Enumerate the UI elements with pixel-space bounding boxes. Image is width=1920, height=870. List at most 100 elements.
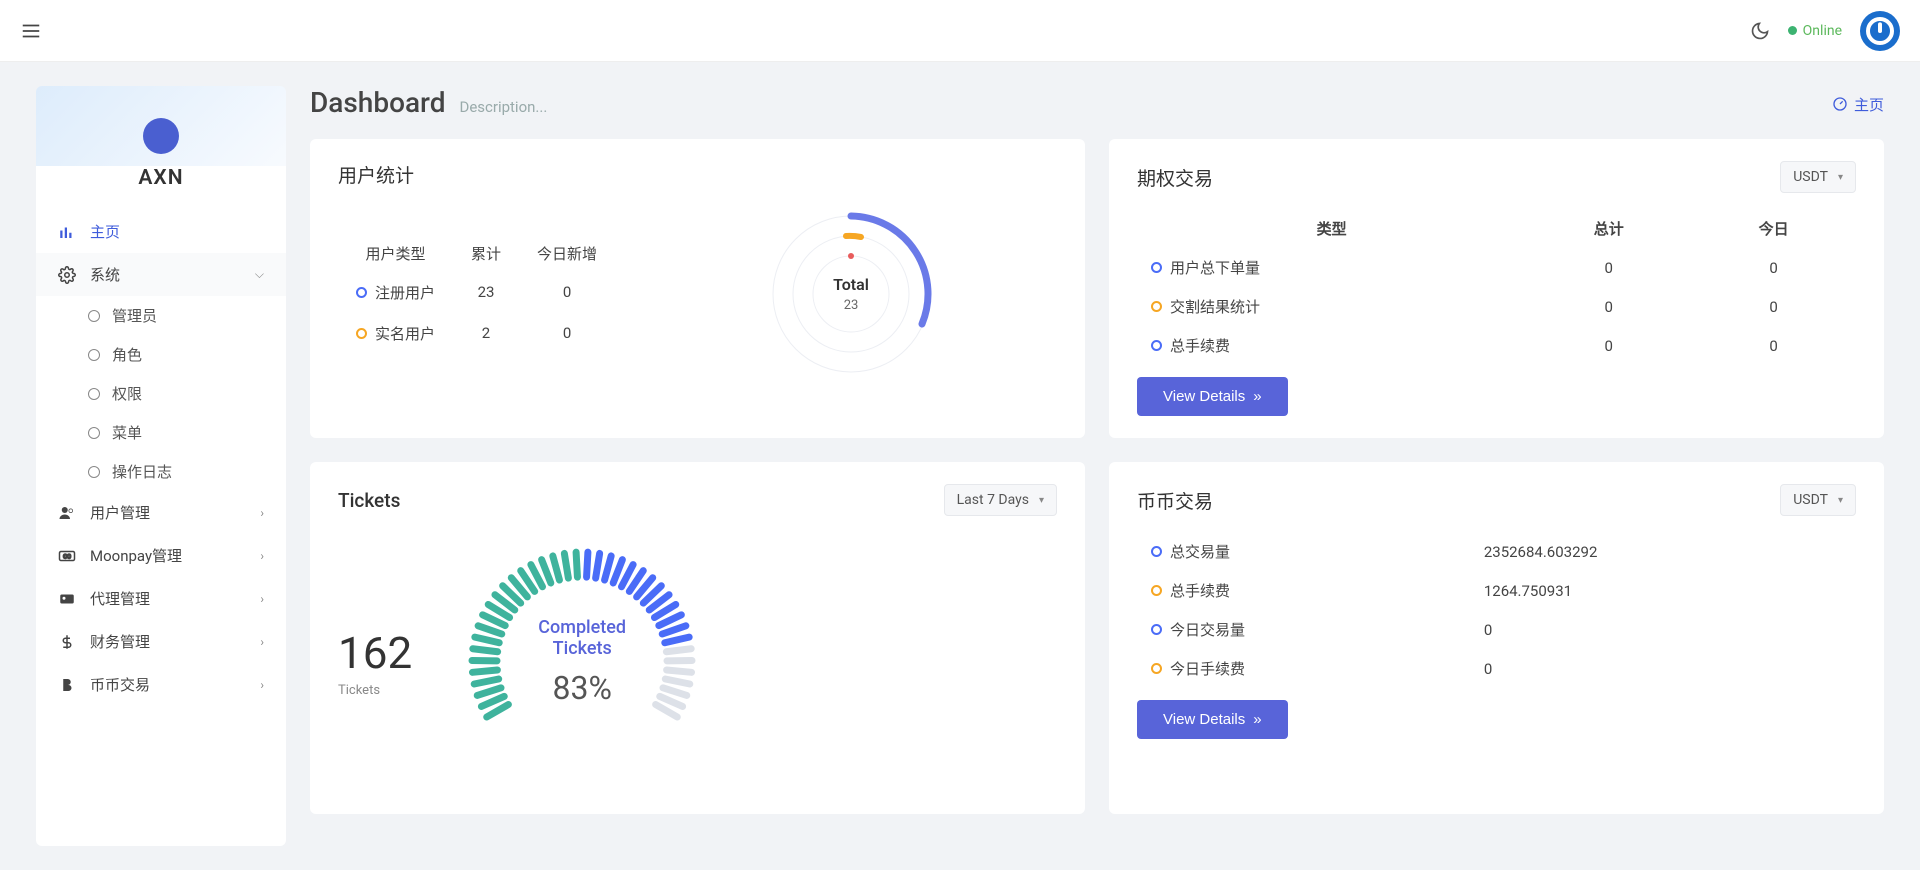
sidebar-item-label: 代理管理 [90, 588, 150, 609]
sidebar-subitem-label: 操作日志 [112, 461, 172, 482]
view-details-button-coin[interactable]: View Details » [1137, 700, 1288, 739]
breadcrumb[interactable]: 主页 [1832, 94, 1884, 115]
chevron-icon: › [260, 635, 264, 649]
sidebar-item-3[interactable]: CCMoonpay管理› [36, 534, 286, 577]
sidebar-item-2[interactable]: 用户管理 › [36, 491, 286, 534]
circle-icon [88, 388, 100, 400]
table-row: 总交易量2352684.603292 [1137, 532, 1856, 571]
bullet-icon [1151, 585, 1162, 596]
chevron-icon: › [260, 678, 264, 692]
row-label-text: 交割结果统计 [1170, 296, 1260, 317]
user-stats-card: 用户统计 用户类型累计今日新增 注册用户230实名用户20 [310, 139, 1085, 438]
table-row: 用户总下单量00 [1137, 248, 1856, 287]
bullet-icon [1151, 262, 1162, 273]
online-status: Online [1788, 23, 1842, 39]
cell-today: 0 [1691, 287, 1856, 326]
sidebar-subitem-1-1[interactable]: 角色 [36, 335, 286, 374]
sidebar-item-1[interactable]: 系统 ⌵ [36, 253, 286, 296]
sidebar: AXN 主页系统⌵管理员角色权限菜单操作日志用户管理›CCMoonpay管理›代… [36, 86, 286, 846]
chevron-down-icon: ▾ [1838, 172, 1843, 183]
view-details-label: View Details [1163, 388, 1245, 405]
circle-icon [88, 349, 100, 361]
table-header: 总计 [1526, 209, 1691, 248]
coin-trade-table: 总交易量2352684.603292总手续费1264.750931今日交易量0今… [1137, 532, 1856, 688]
chevron-icon: › [260, 506, 264, 520]
table-row: 实名用户20 [338, 313, 615, 354]
bullet-icon [1151, 340, 1162, 351]
cell-value: 0 [1470, 610, 1856, 649]
svg-text:CC: CC [63, 553, 71, 560]
table-row: 总手续费00 [1137, 326, 1856, 365]
options-trade-table: 类型总计今日 用户总下单量00交割结果统计00总手续费00 [1137, 209, 1856, 365]
sidebar-item-label: 主页 [90, 221, 120, 242]
avatar[interactable] [1860, 11, 1900, 51]
coin-trade-title: 币币交易 [1137, 487, 1213, 514]
options-trade-card: 期权交易 USDT ▾ 类型总计今日 用户总下单量00交割结果统计00总手续费0… [1109, 139, 1884, 438]
cell-total: 0 [1526, 326, 1691, 365]
card-icon [58, 590, 76, 608]
bullet-icon [1151, 663, 1162, 674]
currency-select-value: USDT [1793, 169, 1828, 185]
view-details-label-coin: View Details [1163, 711, 1245, 728]
chevron-icon: ⌵ [255, 267, 264, 282]
currency-select[interactable]: USDT ▾ [1780, 161, 1856, 193]
table-header: 累计 [453, 235, 519, 272]
sidebar-item-6[interactable]: 币币交易 › [36, 663, 286, 706]
sidebar-subitem-label: 管理员 [112, 305, 157, 326]
cell-today: 0 [1691, 248, 1856, 287]
user-stats-title: 用户统计 [338, 161, 414, 188]
sidebar-subitem-1-3[interactable]: 菜单 [36, 413, 286, 452]
radial-total-label: Total [833, 275, 869, 294]
cell-total: 23 [453, 272, 519, 313]
gear-icon [58, 266, 76, 284]
currency-select-coin[interactable]: USDT ▾ [1780, 484, 1856, 516]
radial-total-value: 23 [833, 298, 869, 313]
table-row: 注册用户 230 [338, 272, 615, 313]
options-trade-title: 期权交易 [1137, 164, 1213, 191]
cell-total: 0 [1526, 287, 1691, 326]
sidebar-item-label: Moonpay管理 [90, 545, 182, 566]
tickets-count-label: Tickets [338, 683, 412, 698]
user-stats-table: 用户类型累计今日新增 注册用户230实名用户20 [338, 235, 615, 354]
cell-total: 0 [1526, 248, 1691, 287]
logo-icon [143, 118, 179, 154]
page-header: Dashboard Description... 主页 [310, 86, 1884, 119]
theme-toggle-icon[interactable] [1750, 21, 1770, 41]
view-details-button[interactable]: View Details » [1137, 377, 1288, 416]
sidebar-item-label: 币币交易 [90, 674, 150, 695]
bullet-icon [1151, 624, 1162, 635]
coin-trade-card: 币币交易 USDT ▾ 总交易量2352684.603292总手续费1264.7… [1109, 462, 1884, 814]
sidebar-item-label: 系统 [90, 264, 120, 285]
row-label-text: 总手续费 [1170, 335, 1230, 356]
bullet-icon [1151, 546, 1162, 557]
bars-icon [58, 223, 76, 241]
sidebar-subitem-1-2[interactable]: 权限 [36, 374, 286, 413]
hamburger-icon[interactable] [20, 20, 42, 42]
cell-total: 2 [453, 313, 519, 354]
cell-value: 1264.750931 [1470, 571, 1856, 610]
bullet-icon [356, 287, 367, 298]
row-label-text: 总交易量 [1170, 541, 1230, 562]
sidebar-subitem-1-4[interactable]: 操作日志 [36, 452, 286, 491]
row-label-text: 今日交易量 [1170, 619, 1245, 640]
sidebar-item-0[interactable]: 主页 [36, 210, 286, 253]
table-header: 类型 [1137, 209, 1526, 248]
sidebar-subitem-1-0[interactable]: 管理员 [36, 296, 286, 335]
chevron-icon: › [260, 592, 264, 606]
sidebar-item-label: 用户管理 [90, 502, 150, 523]
range-select[interactable]: Last 7 Days ▾ [944, 484, 1057, 516]
bullet-icon [356, 328, 367, 339]
online-text: Online [1803, 23, 1842, 39]
chevron-down-icon: ▾ [1838, 495, 1843, 506]
sidebar-item-4[interactable]: 代理管理 › [36, 577, 286, 620]
dollar-icon [58, 633, 76, 651]
sidebar-subitem-label: 角色 [112, 344, 142, 365]
row-label-text: 注册用户 [375, 282, 435, 303]
table-header: 今日新增 [519, 235, 615, 272]
cell-today: 0 [519, 272, 615, 313]
bold-icon [58, 676, 76, 694]
range-select-value: Last 7 Days [957, 492, 1029, 508]
sidebar-subitem-label: 菜单 [112, 422, 142, 443]
sidebar-item-5[interactable]: 财务管理› [36, 620, 286, 663]
row-label-text: 实名用户 [375, 323, 435, 344]
